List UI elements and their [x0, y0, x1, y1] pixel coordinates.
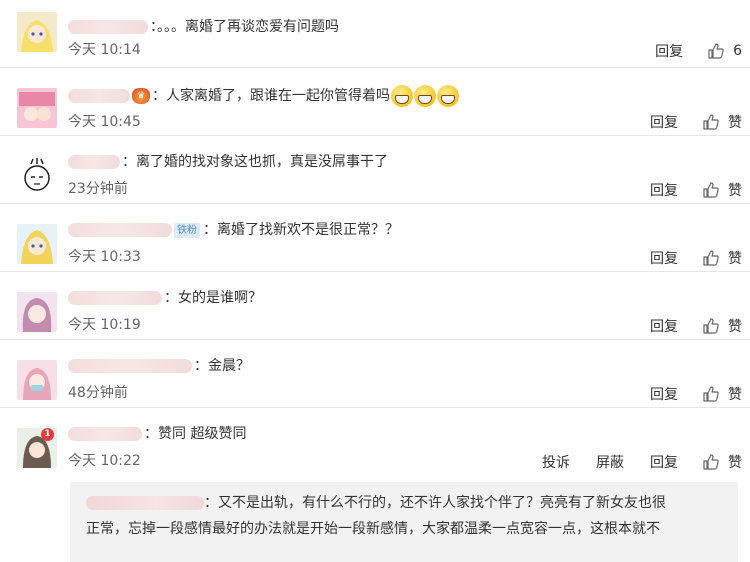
- comment-actions: 回复 赞: [624, 247, 742, 269]
- like-label: 赞: [728, 455, 742, 471]
- comment-line: ：离了婚的找对象这也抓，真是没屌事干了: [68, 150, 388, 174]
- comment-item: 铁粉 ：离婚了找新欢不是很正常？？ 今天 10:33 回复 赞: [0, 204, 750, 272]
- comment-text: ：离婚了找新欢不是很正常？？: [203, 222, 399, 238]
- comment-line: ♛ ：人家离婚了，跟谁在一起你管得着吗: [68, 84, 459, 108]
- thumbs-up-icon: [703, 318, 719, 334]
- comment-time: 48分钟前: [68, 385, 128, 401]
- comment-line: ：。。。离婚了再谈恋爱有问题吗: [68, 15, 339, 39]
- comment-text: ：女的是谁啊？: [164, 290, 262, 306]
- comment-actions: 回复 赞: [624, 179, 742, 201]
- reply-button[interactable]: 回复: [650, 248, 678, 268]
- notification-badge: 1: [41, 428, 54, 441]
- comment-line: ：女的是谁啊？: [68, 286, 262, 310]
- grin-emoji-icon: [414, 85, 436, 107]
- like-label: 赞: [728, 387, 742, 403]
- grin-emoji-icon: [391, 85, 413, 107]
- reply-button[interactable]: 回复: [655, 41, 683, 61]
- like-button[interactable]: 6: [707, 42, 742, 60]
- like-count: 6: [733, 43, 742, 59]
- thumbs-up-icon: [703, 114, 719, 130]
- thumbs-up-icon: [703, 386, 719, 402]
- comment-line: ：金晨？: [68, 354, 250, 378]
- like-label: 赞: [728, 183, 742, 199]
- comment-time: 今天 10:22: [68, 453, 141, 469]
- reply-button[interactable]: 回复: [650, 452, 678, 472]
- like-label: 赞: [728, 251, 742, 267]
- nested-reply: ：又不是出轨，有什么不行的，还不许人家找个伴了？亮亮有了新女友也很 正常，忘掉一…: [70, 482, 738, 562]
- thumbs-up-icon: [703, 182, 719, 198]
- comment-time: 今天 10:14: [68, 42, 141, 58]
- like-button[interactable]: 赞: [702, 248, 742, 268]
- like-label: 赞: [728, 319, 742, 335]
- comment-item: ：女的是谁啊？ 今天 10:19 回复 赞: [0, 272, 750, 340]
- like-button[interactable]: 赞: [702, 452, 742, 472]
- comment-item: ：金晨？ 48分钟前 回复 赞: [0, 340, 750, 408]
- like-button[interactable]: 赞: [702, 316, 742, 336]
- comment-line: ：赞同 超级赞同: [68, 422, 246, 446]
- reply-button[interactable]: 回复: [650, 112, 678, 132]
- comment-actions: 回复 赞: [624, 315, 742, 337]
- reply-button[interactable]: 回复: [650, 316, 678, 336]
- comment-text: ：人家离婚了，跟谁在一起你管得着吗: [152, 88, 390, 104]
- fan-badge: 铁粉: [174, 222, 200, 238]
- avatar[interactable]: [17, 88, 57, 128]
- grin-emoji-icon: [437, 85, 459, 107]
- block-button[interactable]: 屏蔽: [596, 452, 624, 472]
- username-blurred[interactable]: [68, 223, 172, 237]
- comment-text: ：离了婚的找对象这也抓，真是没屌事干了: [122, 154, 388, 170]
- comment-item: ：离了婚的找对象这也抓，真是没屌事干了 23分钟前 回复 赞: [0, 136, 750, 204]
- nested-reply-text: ：又不是出轨，有什么不行的，还不许人家找个伴了？亮亮有了新女友也很: [204, 495, 666, 511]
- username-blurred[interactable]: [68, 155, 120, 169]
- avatar[interactable]: [17, 360, 57, 400]
- comment-actions: 回复 赞: [624, 111, 742, 133]
- comment-item: ♛ ：人家离婚了，跟谁在一起你管得着吗 今天 10:45 回复 赞: [0, 68, 750, 136]
- username-blurred[interactable]: [68, 89, 130, 103]
- thumbs-up-icon: [703, 454, 719, 470]
- avatar[interactable]: [17, 224, 57, 264]
- avatar[interactable]: [17, 12, 57, 52]
- report-button[interactable]: 投诉: [542, 452, 570, 472]
- comment-text: ：。。。离婚了再谈恋爱有问题吗: [150, 19, 339, 35]
- reply-button[interactable]: 回复: [650, 180, 678, 200]
- comment-item: ：。。。离婚了再谈恋爱有问题吗 今天 10:14 回复 6: [0, 0, 750, 68]
- vip-crown-icon: ♛: [132, 88, 150, 104]
- nested-reply-line: 正常，忘掉一段感情最好的办法就是开始一段新感情，大家都温柔一点宽容一点，这根本就…: [86, 521, 660, 537]
- comment-line: 铁粉 ：离婚了找新欢不是很正常？？: [68, 218, 399, 242]
- nested-reply-line: ：又不是出轨，有什么不行的，还不许人家找个伴了？亮亮有了新女友也很: [86, 490, 722, 516]
- thumbs-up-icon: [708, 43, 724, 59]
- reply-button[interactable]: 回复: [650, 384, 678, 404]
- comment-actions: 投诉 屏蔽 回复 赞: [516, 451, 742, 473]
- comment-time: 今天 10:45: [68, 114, 141, 130]
- like-button[interactable]: 赞: [702, 112, 742, 132]
- username-blurred[interactable]: [68, 359, 192, 373]
- comment-actions: 回复 6: [629, 40, 742, 62]
- avatar[interactable]: [17, 292, 57, 332]
- like-button[interactable]: 赞: [702, 180, 742, 200]
- comment-time: 今天 10:33: [68, 249, 141, 265]
- username-blurred[interactable]: [68, 427, 142, 441]
- avatar[interactable]: [17, 156, 57, 196]
- like-label: 赞: [728, 115, 742, 131]
- comment-time: 23分钟前: [68, 181, 128, 197]
- comment-actions: 回复 赞: [624, 383, 742, 405]
- username-blurred[interactable]: [68, 20, 148, 34]
- comment-text: ：赞同 超级赞同: [144, 426, 247, 442]
- comment-item: 1 ：赞同 超级赞同 今天 10:22 投诉 屏蔽 回复 赞: [0, 408, 750, 476]
- comment-text: ：金晨？: [194, 358, 250, 374]
- username-blurred[interactable]: [86, 496, 204, 510]
- username-blurred[interactable]: [68, 291, 162, 305]
- comment-time: 今天 10:19: [68, 317, 141, 333]
- thumbs-up-icon: [703, 250, 719, 266]
- like-button[interactable]: 赞: [702, 384, 742, 404]
